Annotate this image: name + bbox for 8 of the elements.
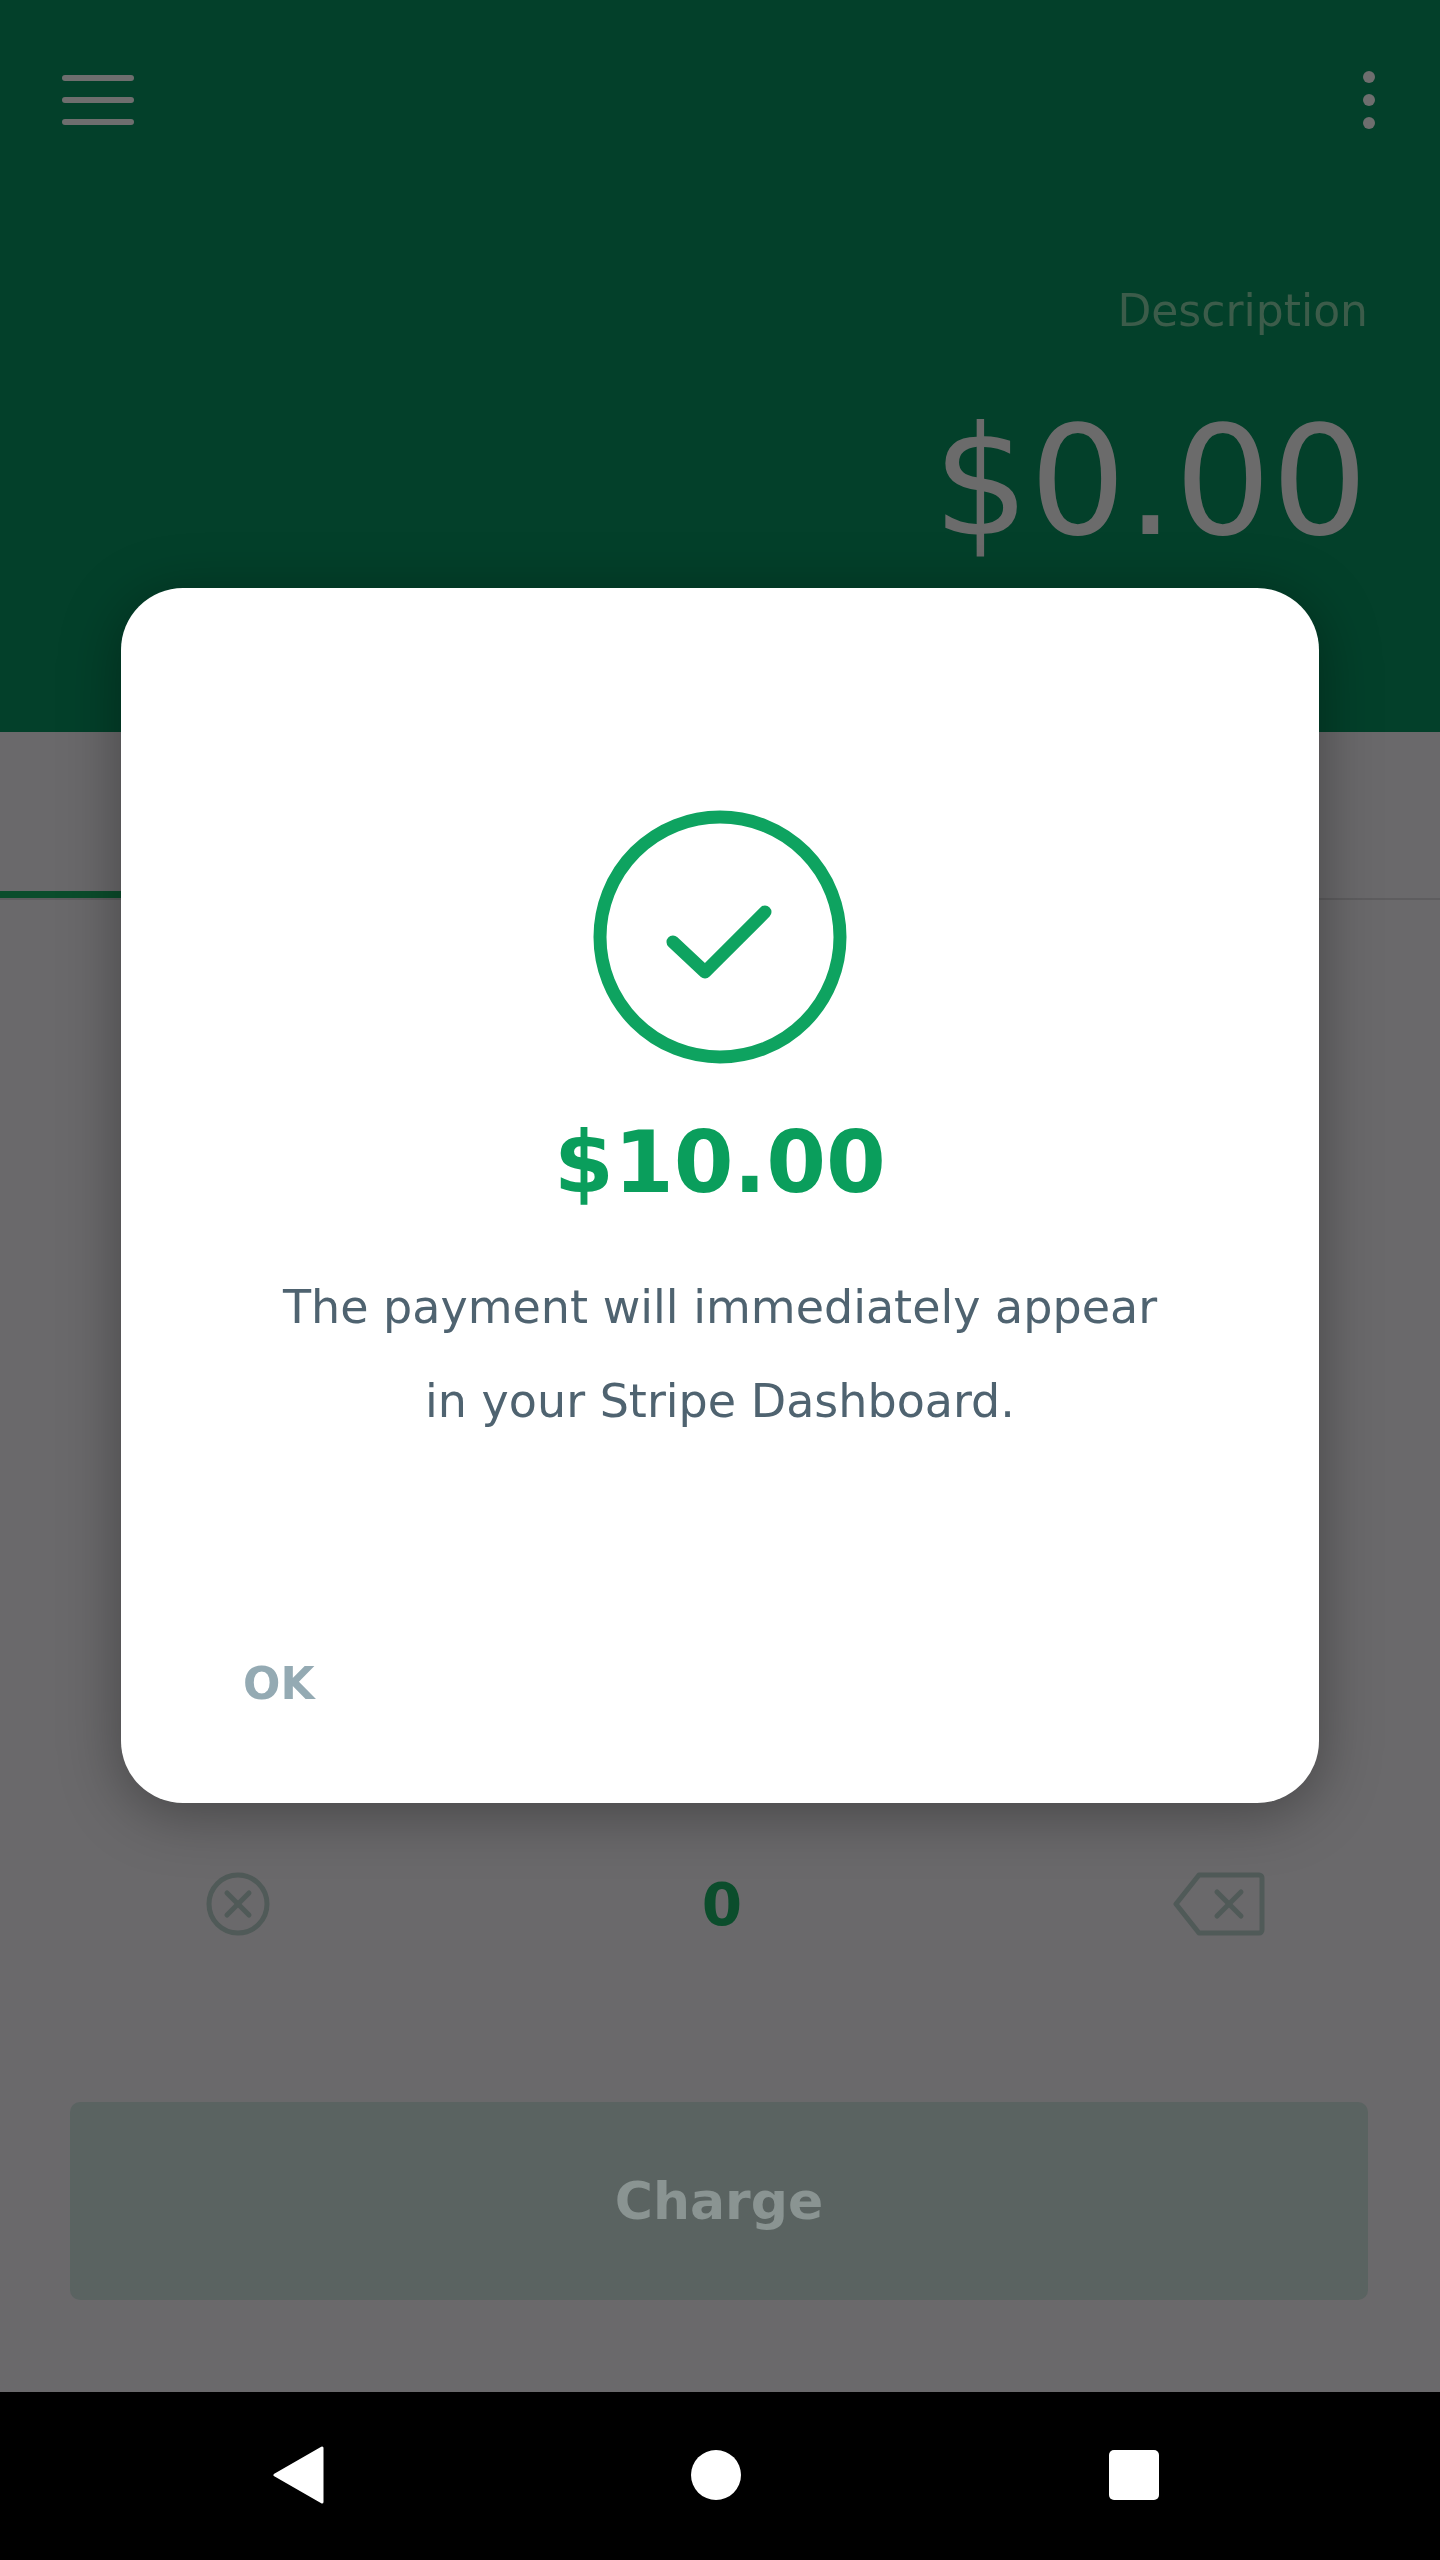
description-field[interactable]: Description [1117,285,1368,336]
ok-button[interactable]: OK [231,1644,327,1723]
dialog-message: The payment will immediately appear in your Stripe Dashboard. [281,1279,1159,1430]
payment-amount: $10.00 [554,1112,886,1212]
backspace-icon[interactable] [1173,1871,1265,1939]
checkmark-circle-icon [593,810,847,1064]
amount-display: $0.00 [932,393,1368,570]
digit-key[interactable]: 0 [701,1871,743,1939]
